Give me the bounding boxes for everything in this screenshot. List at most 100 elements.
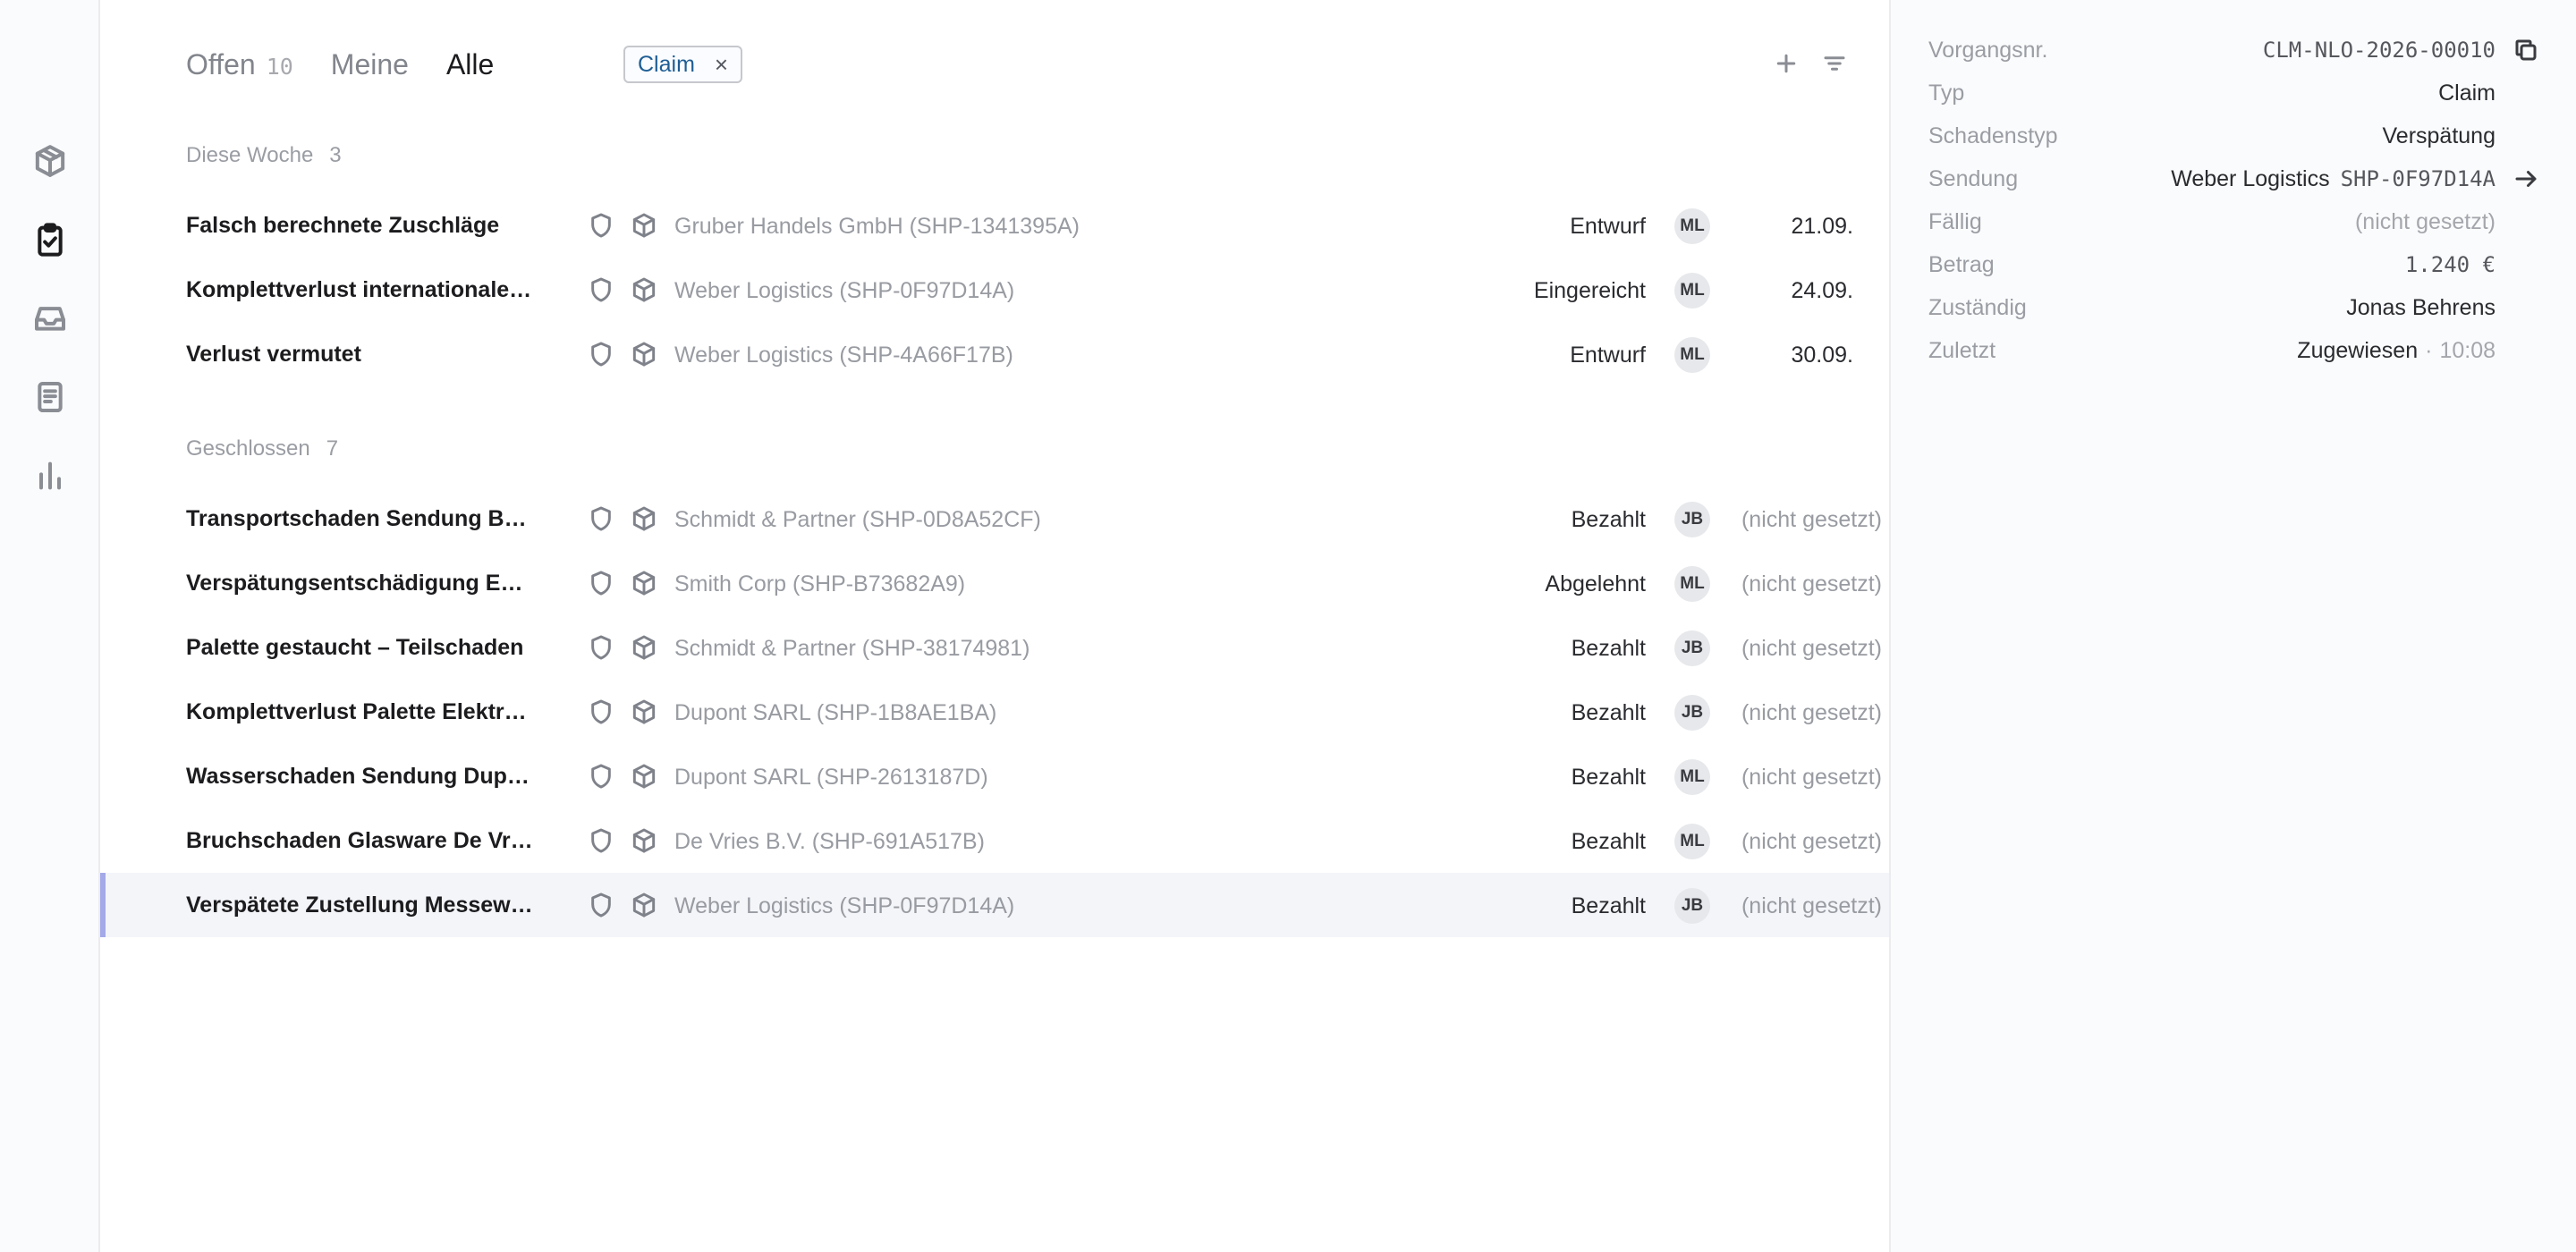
claim-status: Bezahlt [1571,700,1646,725]
shield-icon [587,633,615,662]
claim-row[interactable]: Verspätungsentschädigung Express Smith Co… [100,551,1889,615]
claim-status: Bezahlt [1571,765,1646,790]
damage-type-value[interactable]: Verspätung [2383,123,2496,149]
shield-icon [587,891,615,919]
claim-status: Eingereicht [1533,278,1646,303]
assignee-avatar: JB [1674,888,1710,924]
property-faellig: Fällig (nicht gesetzt) [1928,204,2496,240]
tab-count: 10 [266,53,293,80]
arrow-right-icon [2515,171,2537,187]
claim-status: Entwurf [1570,343,1646,368]
claim-row[interactable]: Palette gestaucht – Teilschaden Schmidt &… [100,615,1889,680]
filter-button[interactable] [1819,48,1850,79]
assignee-avatar: JB [1674,630,1710,666]
tab-alle[interactable]: Alle [446,48,494,81]
property-label: Typ [1928,80,1965,106]
property-zustaendig: Zuständig Jonas Behrens [1928,290,2496,326]
view-tabs: Offen 10 Meine Alle [186,43,531,86]
last-activity-value: Zugewiesen · 10:08 [2297,338,2496,364]
claim-row[interactable]: Komplettverlust internationale Sendung We… [100,258,1889,322]
add-button[interactable] [1771,48,1801,79]
shield-icon [587,698,615,726]
claim-row[interactable]: Wasserschaden Sendung Dupont Dupont SARL … [100,744,1889,808]
nav-rail [0,0,100,1252]
group-label: Geschlossen [186,436,310,461]
tab-meine[interactable]: Meine [331,48,409,81]
claim-title: Verlust vermutet [186,342,361,367]
claim-due-date: (nicht gesetzt) [1741,636,1882,661]
property-label: Vorgangsnr. [1928,37,2048,63]
shipment-name: Weber Logistics [2171,165,2330,191]
claim-due-date: 24.09. [1791,278,1853,303]
assignee-avatar: ML [1674,824,1710,859]
claim-due-date: 21.09. [1791,214,1853,239]
package-icon [35,145,65,177]
nav-reports-button[interactable] [29,454,72,497]
filter-chip-claim[interactable]: Claim × [623,46,743,83]
close-icon[interactable]: × [715,53,728,76]
group-header[interactable]: Diese Woche 3 [186,143,342,168]
property-zuletzt: Zuletzt Zugewiesen · 10:08 [1928,333,2496,368]
claim-shipment: Smith Corp (SHP-B73682A9) [674,571,966,596]
amount-value[interactable]: 1.240 € [2405,252,2496,277]
property-label: Zuletzt [1928,337,1996,363]
assignee-avatar: ML [1674,337,1710,373]
tab-offen[interactable]: Offen 10 [186,48,293,81]
group-count: 3 [329,143,342,167]
inbox-icon [35,307,65,331]
claim-due-date: (nicht gesetzt) [1741,829,1882,854]
due-date-value[interactable]: (nicht gesetzt) [2355,209,2496,235]
claim-status: Entwurf [1570,214,1646,239]
claim-title: Komplettverlust Palette Elektronik [186,699,533,724]
claims-list-panel: Offen 10 Meine Alle Claim × Diese Woche 3… [100,0,1889,1252]
nav-inbox-button[interactable] [29,297,72,340]
tab-label: Meine [330,47,409,80]
shield-icon [587,275,615,304]
nav-shipments-button[interactable] [29,140,72,182]
property-typ: Typ Claim [1928,75,2496,111]
claim-row[interactable]: Komplettverlust Palette Elektronik Dupont… [100,680,1889,744]
claim-shipment: Dupont SARL (SHP-2613187D) [674,765,988,790]
claim-due-date: 30.09. [1791,343,1853,368]
assignee-avatar: ML [1674,208,1710,244]
claim-row[interactable]: Bruchschaden Glasware De Vries De Vries B… [100,808,1889,873]
nav-claims-button[interactable] [29,218,72,261]
assignee-value[interactable]: Jonas Behrens [2346,295,2496,321]
claim-row[interactable]: Falsch berechnete Zuschläge Gruber Handel… [100,193,1889,258]
clipboard-check-icon [38,223,63,257]
property-label: Sendung [1928,165,2019,191]
claim-row[interactable]: Transportschaden Sendung Berlin Schmidt &… [100,486,1889,551]
shipment-id: SHP-0F97D14A [2340,166,2496,191]
filter-icon [1824,56,1845,71]
open-shipment-button[interactable] [2510,163,2542,195]
assignee-avatar: ML [1674,566,1710,602]
nav-documents-button[interactable] [29,376,72,419]
package-icon [630,762,658,791]
property-schadenstyp: Schadenstyp Verspätung [1928,118,2496,154]
claim-detail-panel: Vorgangsnr. CLM-NLO-2026-00010 Typ Claim… [1889,0,2576,1252]
package-icon [630,826,658,855]
claim-shipment: Weber Logistics (SHP-4A66F17B) [674,343,1013,368]
claim-shipment: Schmidt & Partner (SHP-0D8A52CF) [674,507,1041,532]
assignee-avatar: ML [1674,759,1710,795]
separator-dot: · [2425,337,2433,363]
claim-due-date: (nicht gesetzt) [1741,765,1882,790]
last-activity-text: Zugewiesen [2297,337,2419,363]
claim-title: Falsch berechnete Zuschläge [186,213,500,238]
claim-row[interactable]: Verspätete Zustellung Messeware Weber Log… [100,873,1889,937]
property-label: Schadenstyp [1928,123,2058,148]
copy-button[interactable] [2510,34,2542,66]
claim-title: Bruchschaden Glasware De Vries [186,828,533,853]
claim-shipment: Weber Logistics (SHP-0F97D14A) [674,893,1015,918]
claim-status: Bezahlt [1571,507,1646,532]
claim-title: Transportschaden Sendung Berlin [186,506,533,531]
package-icon [630,569,658,597]
group-header[interactable]: Geschlossen 7 [186,436,338,461]
claim-type-value[interactable]: Claim [2438,80,2496,106]
claim-row[interactable]: Verlust vermutet Weber Logistics (SHP-4A6… [100,322,1889,386]
claim-due-date: (nicht gesetzt) [1741,893,1882,918]
assignee-avatar: JB [1674,502,1710,537]
shipment-link[interactable]: Weber Logistics SHP-0F97D14A [2171,166,2496,192]
claim-shipment: Gruber Handels GmbH (SHP-1341395A) [674,214,1080,239]
property-label: Fällig [1928,208,1982,234]
